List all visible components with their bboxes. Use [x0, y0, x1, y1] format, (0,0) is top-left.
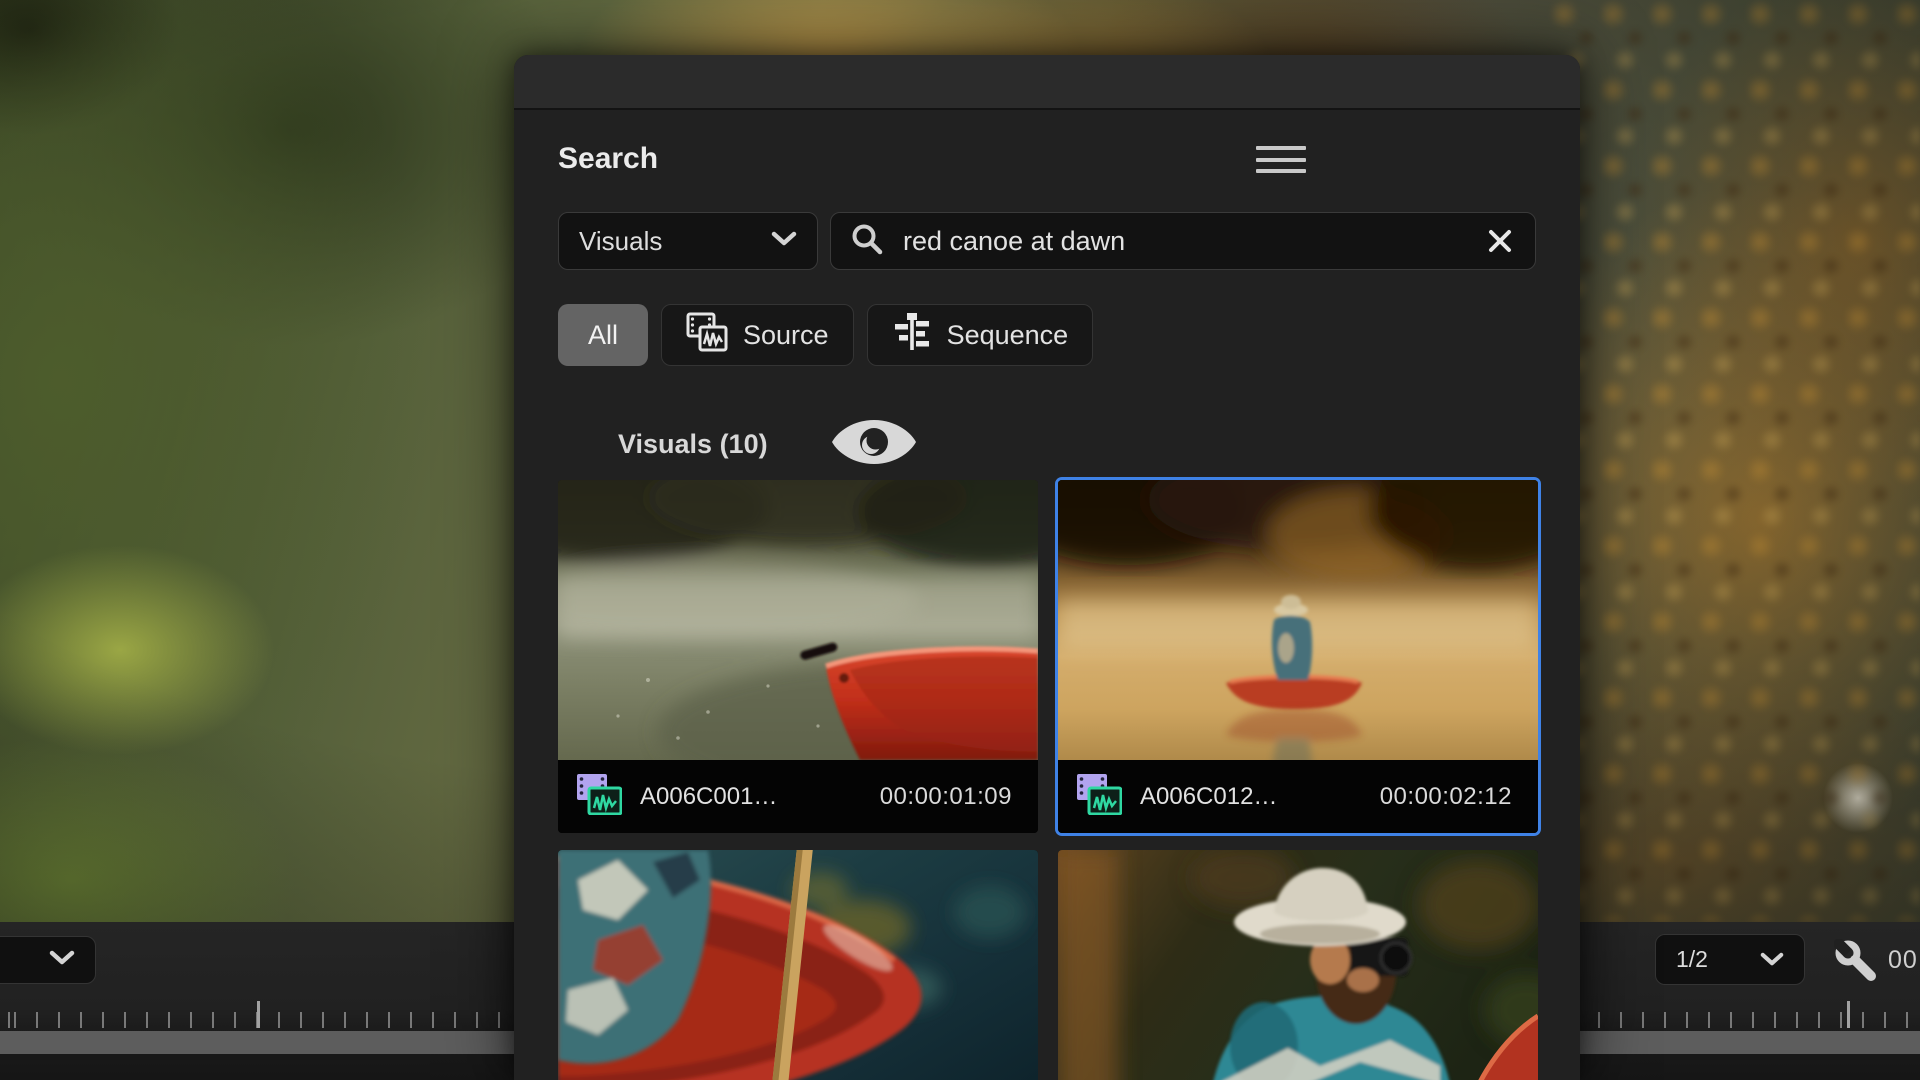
page-dropdown-value: 1/2	[1676, 946, 1708, 973]
filter-sequence-button[interactable]: Sequence	[867, 304, 1094, 366]
clip-label-bar: A006C012… 00:00:02:12	[1058, 760, 1538, 833]
results-count-label: Visuals (10)	[618, 429, 768, 460]
filter-all-button[interactable]: All	[558, 304, 648, 366]
chevron-down-icon	[1760, 946, 1784, 973]
clip-duration: 00:00:01:09	[880, 783, 1012, 811]
search-field[interactable]	[830, 212, 1536, 270]
timeline-left-dropdown[interactable]	[0, 936, 96, 984]
panel-menu-button[interactable]	[1256, 146, 1306, 173]
clip-thumbnail[interactable]	[1058, 480, 1538, 760]
timeline-settings-button[interactable]	[1832, 939, 1880, 987]
chevron-down-icon	[49, 950, 75, 971]
search-panel: Search Visuals	[514, 55, 1580, 1080]
clip-card[interactable]	[558, 850, 1038, 1080]
search-icon	[851, 223, 883, 260]
clip-card[interactable]: A006C001… 00:00:01:09	[558, 480, 1038, 833]
clip-name: A006C001…	[640, 783, 777, 811]
sequence-icon	[892, 312, 932, 359]
hamburger-icon	[1256, 146, 1306, 150]
clip-card[interactable]	[1058, 850, 1538, 1080]
ruler-major-tick	[1847, 1001, 1850, 1028]
panel-title: Search	[558, 140, 1536, 178]
search-input[interactable]	[903, 226, 1465, 257]
clip-thumbnail[interactable]	[558, 480, 1038, 760]
page-dropdown[interactable]: 1/2	[1655, 934, 1805, 985]
chevron-down-icon	[771, 231, 797, 252]
clip-card-selected[interactable]: A006C012… 00:00:02:12	[1058, 480, 1538, 833]
premiere-workspace: 1/2 00: Search	[0, 0, 1920, 1080]
clip-thumbnail[interactable]	[558, 850, 1038, 1080]
source-clip-icon	[686, 312, 728, 359]
av-clip-icon	[576, 773, 622, 820]
results-grid: A006C001… 00:00:01:09	[558, 480, 1536, 1080]
search-type-value: Visuals	[579, 226, 662, 257]
ruler-major-tick	[257, 1001, 260, 1028]
search-type-dropdown[interactable]: Visuals	[558, 212, 818, 270]
panel-titlebar[interactable]	[514, 55, 1580, 110]
av-clip-icon	[1076, 773, 1122, 820]
timecode-display[interactable]: 00:	[1888, 946, 1920, 975]
clip-duration: 00:00:02:12	[1380, 783, 1512, 811]
wrench-icon	[1834, 939, 1878, 988]
clip-name: A006C012…	[1140, 783, 1277, 811]
clip-label-bar: A006C001… 00:00:01:09	[558, 760, 1038, 833]
filter-source-button[interactable]: Source	[661, 304, 854, 366]
clear-search-button[interactable]	[1485, 226, 1515, 256]
clip-thumbnail[interactable]	[1058, 850, 1538, 1080]
eye-icon[interactable]	[830, 418, 918, 471]
